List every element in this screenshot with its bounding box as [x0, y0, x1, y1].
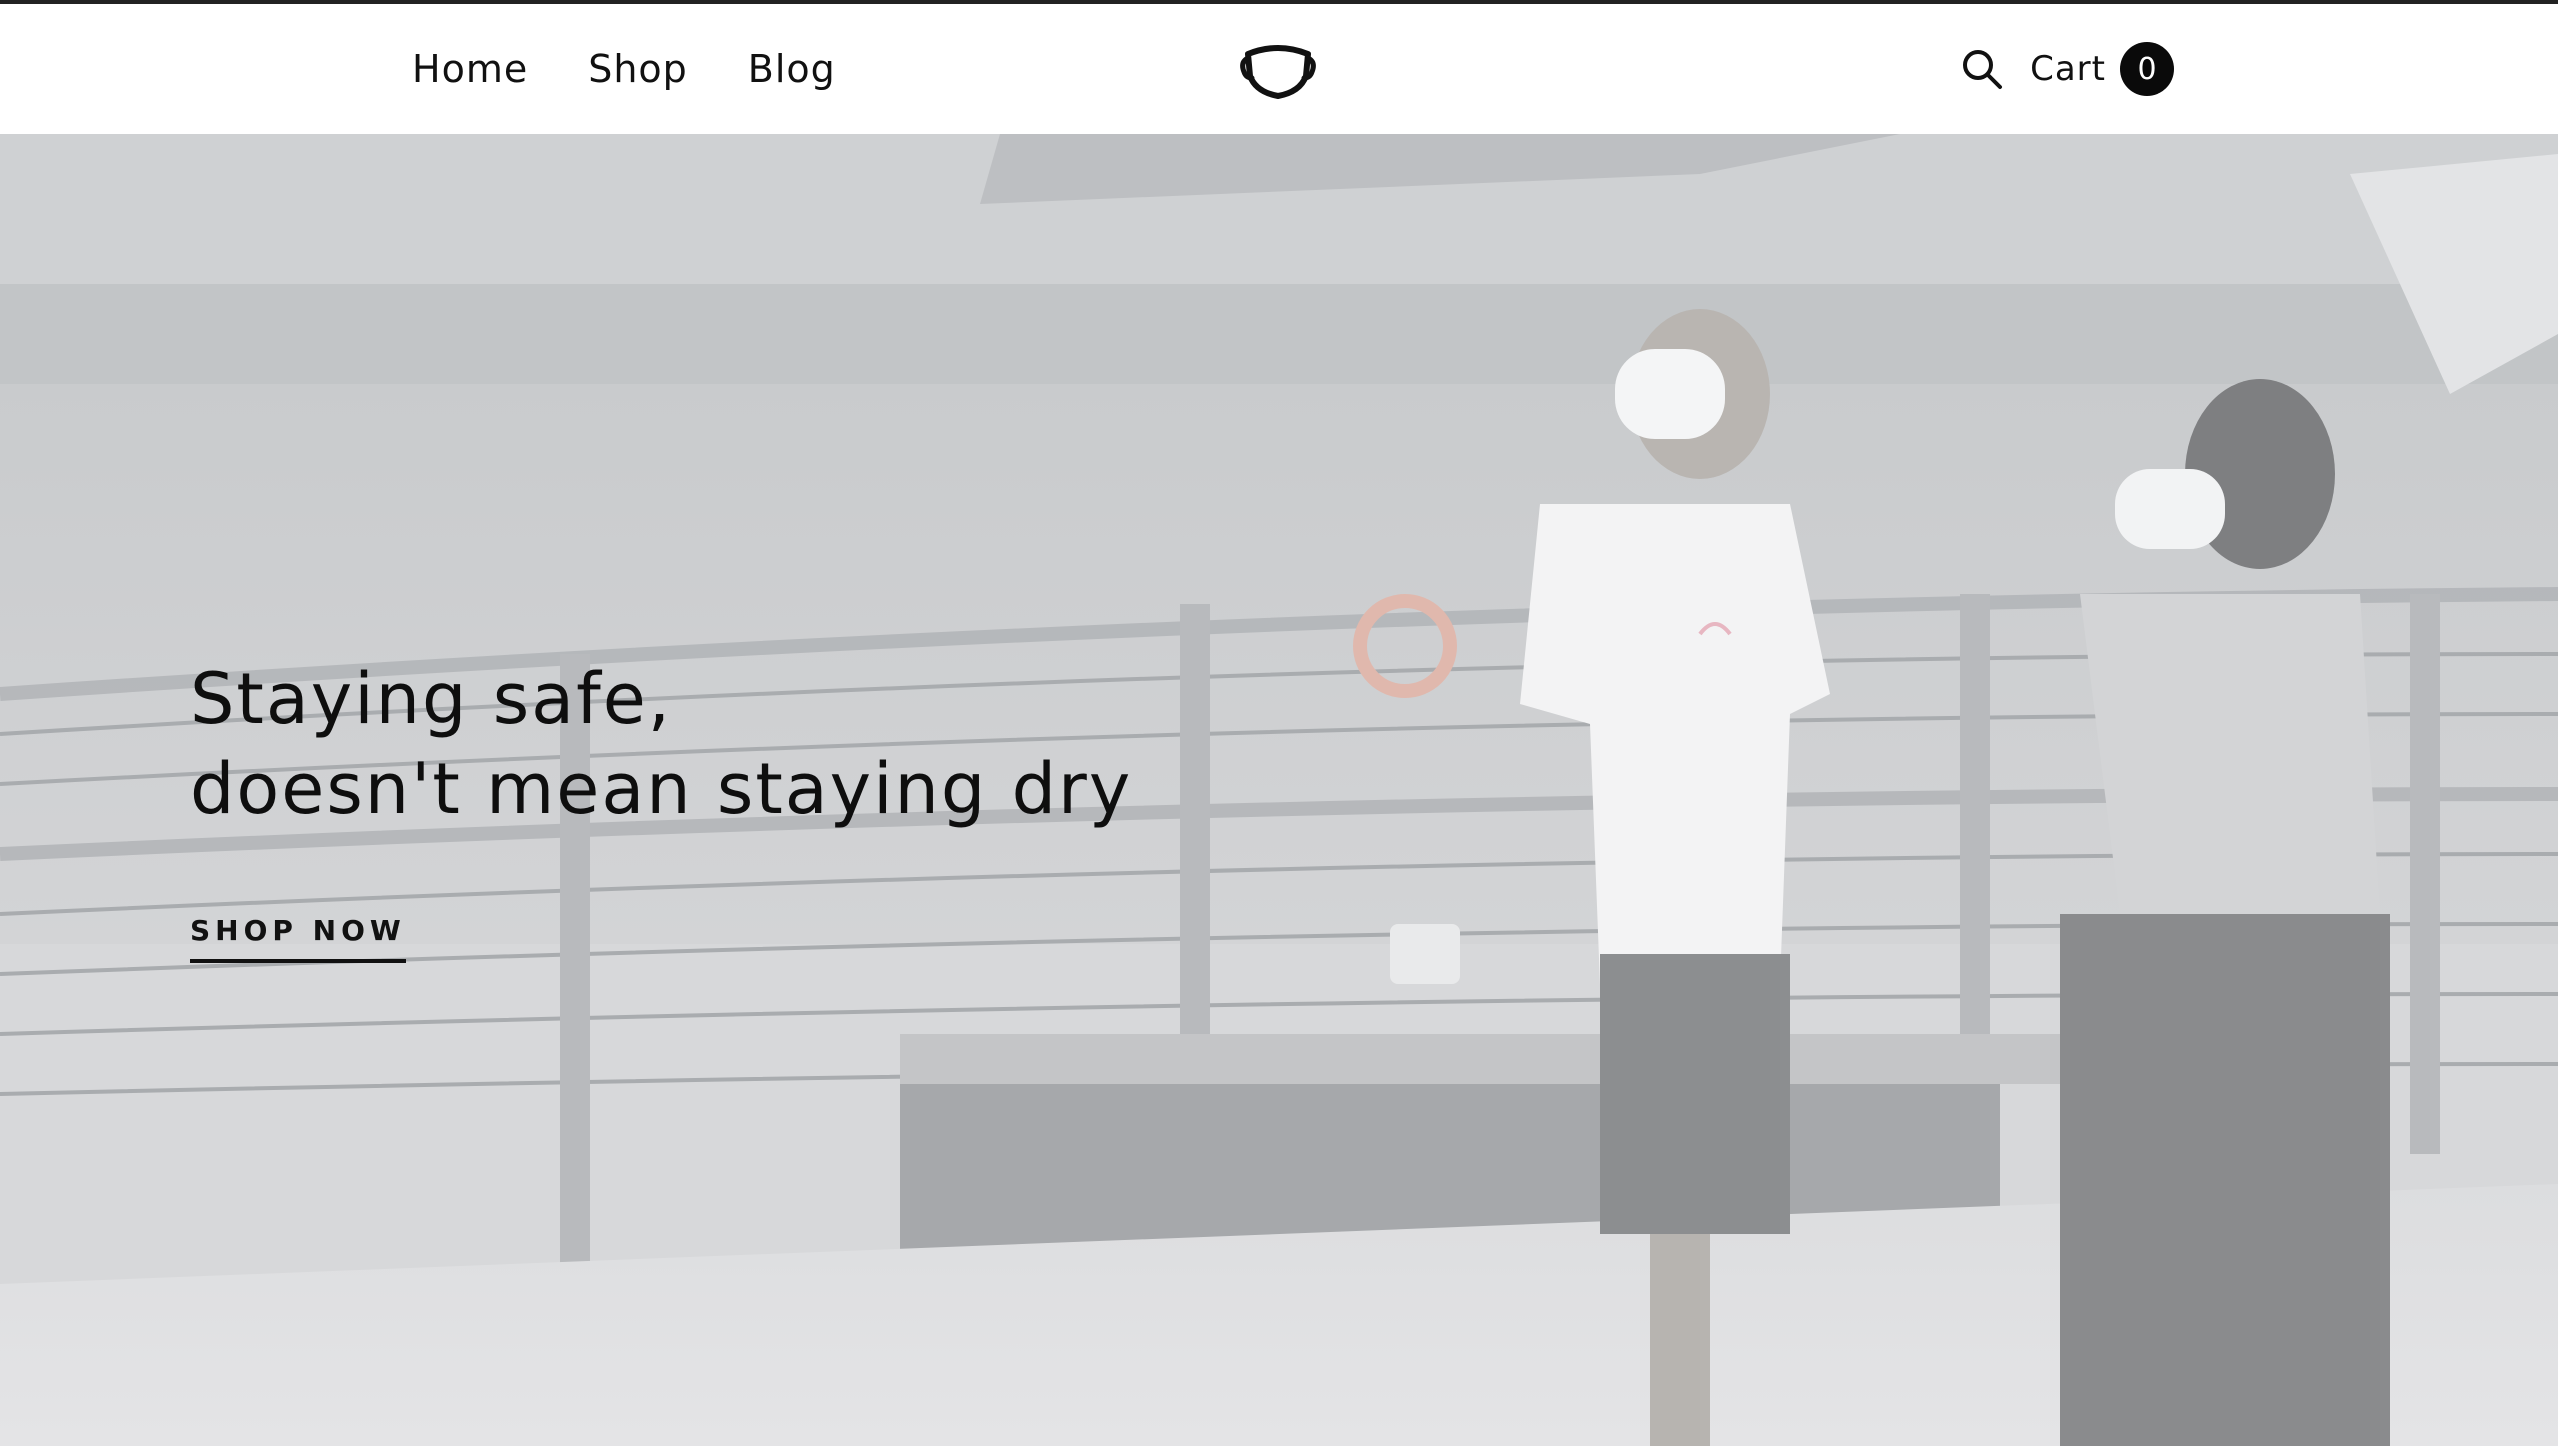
shop-now-button[interactable]: SHOP NOW [190, 914, 406, 963]
header-tools: Cart 0 [1960, 4, 2174, 134]
brand-logo[interactable] [1240, 40, 1316, 100]
hero-headline-line-1: Staying safe, [190, 658, 673, 740]
hero-headline: Staying safe, doesn't mean staying dry [190, 654, 1132, 834]
main-nav: Home Shop Blog [412, 4, 836, 134]
nav-shop-link[interactable]: Shop [588, 47, 688, 91]
nav-home-link[interactable]: Home [412, 47, 528, 91]
hero-copy: Staying safe, doesn't mean staying dry S… [190, 654, 1132, 963]
hero-banner: Staying safe, doesn't mean staying dry S… [0, 134, 2558, 1446]
hero-headline-line-2: doesn't mean staying dry [190, 748, 1133, 830]
face-mask-icon [1240, 45, 1316, 99]
nav-blog-link[interactable]: Blog [748, 47, 836, 91]
cart-link[interactable]: Cart [2030, 49, 2106, 89]
site-header: Home Shop Blog Cart 0 [0, 4, 2558, 134]
search-icon[interactable] [1960, 47, 2004, 91]
cart-count-badge[interactable]: 0 [2120, 42, 2174, 96]
